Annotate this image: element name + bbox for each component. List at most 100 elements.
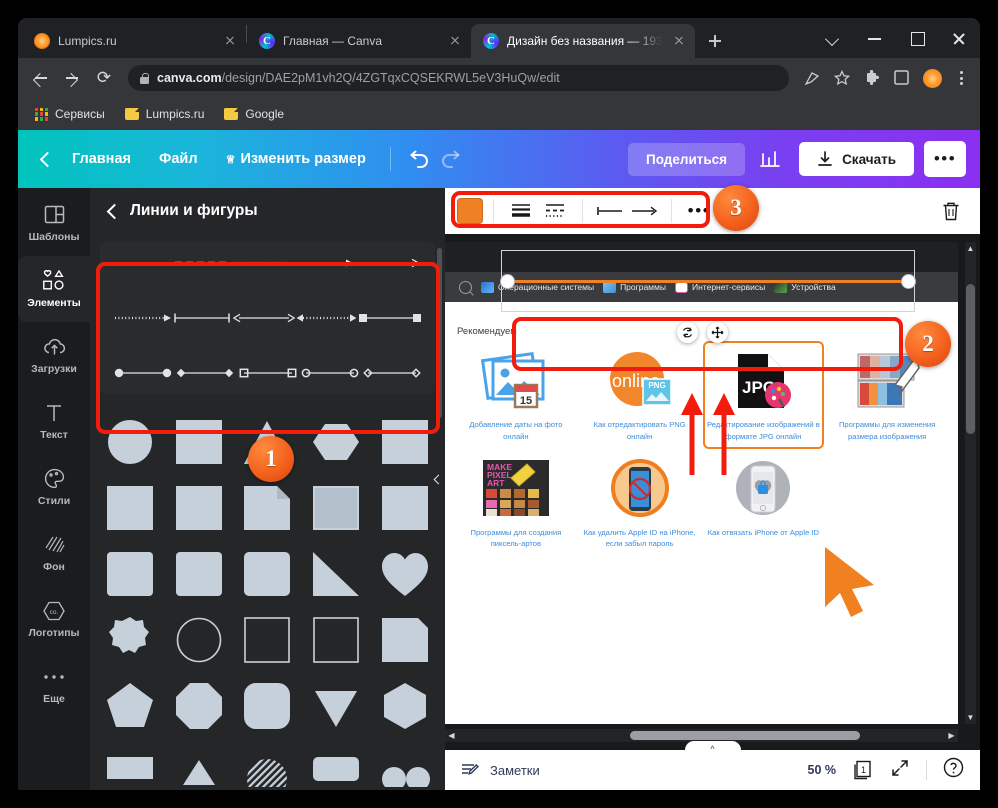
panel-scrollbar[interactable] [437, 248, 442, 418]
diamond-ends-line[interactable] [176, 368, 234, 378]
shape-down-triangle[interactable] [308, 680, 365, 732]
chevron-left-icon[interactable] [106, 204, 120, 218]
profile-avatar[interactable] [923, 68, 942, 88]
shape-square-shaded[interactable] [308, 482, 365, 534]
card-item[interactable]: 15 Добавление даты на фото онлайн [457, 343, 575, 447]
shape-square[interactable] [376, 482, 433, 534]
sidebar-item-background[interactable]: Фон [18, 520, 90, 586]
panel-collapse-button[interactable] [428, 443, 445, 515]
shape-right-triangle[interactable] [308, 548, 365, 600]
selected-line-element[interactable] [501, 274, 915, 288]
shape-square[interactable] [376, 416, 433, 468]
shape-square[interactable] [171, 416, 228, 468]
shape-heart[interactable] [376, 548, 433, 600]
rotate-icon[interactable] [677, 322, 698, 343]
canvas-vertical-scrollbar[interactable]: ▲ ▼ [965, 242, 976, 724]
browser-tab-2[interactable]: Главная — Canva [247, 24, 471, 58]
sidebar-item-styles[interactable]: Стили [18, 454, 90, 520]
chevron-down-icon[interactable] [812, 18, 854, 58]
close-icon[interactable] [447, 33, 463, 49]
dashed-line[interactable] [174, 258, 230, 268]
expand-icon[interactable] [890, 758, 910, 783]
shape-blob[interactable] [102, 614, 159, 666]
help-icon[interactable] [943, 757, 964, 783]
shape-hexagon[interactable] [308, 416, 365, 468]
card-item[interactable]: MAKE PIXEL ART Программы для создания пи… [457, 451, 575, 555]
shape-rounded-square[interactable] [239, 548, 296, 600]
shape-pentagon[interactable] [102, 680, 159, 732]
design-artboard[interactable]: Операционные системы Программы Интернет-… [445, 242, 958, 724]
shape-rectangle[interactable] [102, 746, 159, 790]
shape-octagon[interactable] [171, 680, 228, 732]
scrollbar-thumb[interactable] [966, 284, 975, 434]
square-ends-line[interactable] [359, 313, 421, 323]
share-page-icon[interactable] [799, 65, 825, 91]
header-more-button[interactable]: ••• [924, 141, 966, 177]
browser-menu-icon[interactable] [950, 65, 972, 91]
arrow-filled-line[interactable] [293, 258, 355, 268]
solid-line[interactable] [114, 258, 170, 268]
collapse-panel-button[interactable]: ^ [684, 741, 741, 754]
back-icon[interactable] [26, 64, 54, 92]
trash-icon[interactable] [934, 195, 968, 227]
sidebar-item-text[interactable]: Текст [18, 388, 90, 454]
share-button[interactable]: Поделиться [628, 142, 746, 176]
shape-square-outline[interactable] [308, 614, 365, 666]
bookmark-item-google[interactable]: Google [217, 104, 291, 124]
sidebar-item-logos[interactable]: co. Логотипы [18, 586, 90, 652]
sidebar-item-uploads[interactable]: Загрузки [18, 322, 90, 388]
scrollbar-thumb[interactable] [630, 731, 860, 740]
move-icon[interactable] [707, 322, 728, 343]
shape-hexagon[interactable] [376, 680, 433, 732]
line-weight-icon[interactable] [504, 195, 538, 227]
open-circle-ends-line[interactable] [301, 368, 359, 378]
dotted-double-arrow-line[interactable] [296, 313, 358, 323]
line-style-icon[interactable] [538, 195, 572, 227]
shape-square[interactable] [102, 482, 159, 534]
sidebar-item-more[interactable]: Еще [18, 652, 90, 718]
line-end-icon[interactable] [627, 195, 661, 227]
bookmark-star-icon[interactable] [829, 65, 855, 91]
shape-hatched-circle[interactable] [239, 746, 296, 790]
shape-circle-outline[interactable] [171, 614, 228, 666]
bar-ends-line[interactable] [173, 312, 231, 324]
dotted-arrow-line[interactable] [114, 313, 172, 323]
scroll-down-icon[interactable]: ▼ [965, 711, 976, 724]
scroll-right-icon[interactable]: ▶ [945, 731, 958, 740]
shape-rounded-square[interactable] [171, 548, 228, 600]
line-start-icon[interactable] [593, 195, 627, 227]
shape-circle[interactable] [102, 416, 159, 468]
shape-rounded-rect[interactable] [308, 746, 365, 790]
open-diamond-ends-line[interactable] [363, 368, 421, 378]
browser-tab-1[interactable]: Lumpics.ru [22, 24, 246, 58]
bookmark-item-lumpics[interactable]: Lumpics.ru [118, 104, 212, 124]
double-arrow-line[interactable] [232, 313, 295, 323]
download-button[interactable]: Скачать [799, 142, 914, 176]
close-icon[interactable] [671, 33, 687, 49]
shape-rounded-square[interactable] [102, 548, 159, 600]
sidebar-item-elements[interactable]: Элементы [18, 256, 90, 322]
more-options-icon[interactable]: ••• [682, 195, 716, 227]
extensions-icon[interactable] [859, 65, 885, 91]
resize-handle-right[interactable] [902, 274, 915, 288]
shape-cut-corner-square[interactable] [376, 614, 433, 666]
header-file-button[interactable]: Файл [145, 143, 212, 175]
browser-tab-3-active[interactable]: Дизайн без названия — 1938 [471, 24, 695, 58]
header-back-icon[interactable] [32, 146, 58, 172]
redo-icon[interactable] [435, 142, 469, 176]
minimize-icon[interactable] [854, 18, 896, 58]
reload-icon[interactable]: ⟳ [90, 64, 118, 92]
scroll-up-icon[interactable]: ▲ [965, 242, 976, 255]
shape-square[interactable] [171, 482, 228, 534]
sidepanel-icon[interactable] [889, 65, 915, 91]
forward-icon[interactable] [58, 64, 86, 92]
close-icon[interactable] [222, 33, 238, 49]
new-tab-button[interactable] [701, 27, 729, 55]
undo-icon[interactable] [401, 142, 435, 176]
maximize-icon[interactable] [896, 18, 938, 58]
zoom-level[interactable]: 50 % [808, 763, 837, 777]
shape-square-outline[interactable] [239, 614, 296, 666]
shape-rounded-square[interactable] [239, 680, 296, 732]
header-home-button[interactable]: Главная [58, 143, 145, 175]
arrow-open-line[interactable] [359, 258, 421, 268]
